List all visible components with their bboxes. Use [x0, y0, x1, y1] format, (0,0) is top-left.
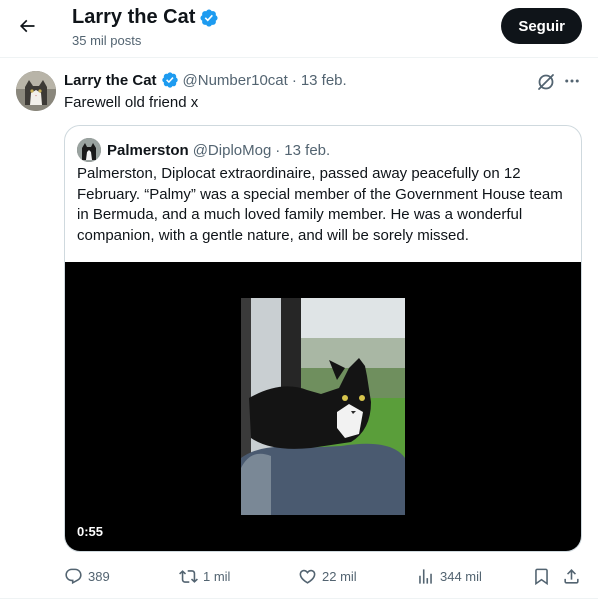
tweet[interactable]: Larry the Cat @Number10cat · 13 feb. Far…	[0, 59, 598, 599]
grok-icon	[538, 74, 554, 90]
repost-button[interactable]: 1 mil	[179, 563, 230, 589]
posts-count: 35 mil posts	[72, 33, 142, 48]
quote-author-handle: @DiploMog	[192, 141, 272, 159]
follow-button[interactable]: Seguir	[501, 8, 582, 44]
quote-author-name: Palmerston	[107, 141, 189, 159]
video-player[interactable]: 0:55	[65, 262, 581, 551]
views-count: 344 mil	[440, 568, 482, 584]
video-duration: 0:55	[77, 524, 104, 539]
separator: ·	[291, 71, 297, 89]
quote-header: Palmerston @DiploMog · 13 feb.	[77, 138, 330, 162]
grok-button[interactable]	[536, 72, 556, 92]
share-icon	[564, 568, 579, 584]
header-name: Larry the Cat	[72, 6, 196, 28]
author-name[interactable]: Larry the Cat	[64, 72, 157, 89]
quoted-tweet[interactable]: Palmerston @DiploMog · 13 feb. Palmersto…	[64, 125, 582, 552]
palmerston-avatar-image	[77, 138, 101, 162]
avatar[interactable]	[16, 71, 56, 111]
reply-button[interactable]: 389	[64, 563, 110, 589]
author-handle[interactable]: @Number10cat	[183, 72, 288, 89]
repost-count: 1 mil	[203, 568, 231, 584]
header-title-row: Larry the Cat	[72, 6, 219, 29]
share-button[interactable]	[562, 563, 581, 589]
repost-icon	[179, 569, 198, 583]
cat-video-image	[241, 298, 405, 515]
quote-avatar	[77, 138, 101, 162]
views-icon	[419, 568, 432, 584]
quote-text: Palmerston, Diplocat extraordinaire, pas…	[77, 165, 563, 244]
bookmark-button[interactable]	[532, 563, 551, 589]
tweet-header: Larry the Cat @Number10cat · 13 feb.	[64, 71, 347, 89]
profile-header: Larry the Cat 35 mil posts Seguir	[0, 0, 598, 58]
bookmark-icon	[535, 568, 548, 585]
tweet-text: Farewell old friend x	[64, 94, 199, 111]
back-arrow-icon	[19, 19, 35, 33]
quote-separator: ·	[275, 141, 281, 159]
reply-icon	[65, 568, 82, 584]
tweet-actions: 389 1 mil 22 mil 344 mil	[64, 563, 584, 589]
verified-badge-icon	[200, 8, 218, 27]
views-button[interactable]: 344 mil	[416, 563, 482, 589]
more-icon	[565, 79, 579, 83]
back-button[interactable]	[10, 9, 44, 43]
like-count: 22 mil	[322, 568, 357, 584]
more-button[interactable]	[562, 71, 582, 91]
like-button[interactable]: 22 mil	[298, 563, 357, 589]
quote-date: 13 feb.	[284, 141, 331, 159]
video-frame	[241, 298, 405, 515]
tweet-date[interactable]: 13 feb.	[301, 72, 347, 89]
verified-badge-icon	[161, 72, 178, 88]
cat-avatar-image	[16, 71, 56, 111]
like-icon	[299, 569, 316, 584]
reply-count: 389	[88, 568, 110, 584]
